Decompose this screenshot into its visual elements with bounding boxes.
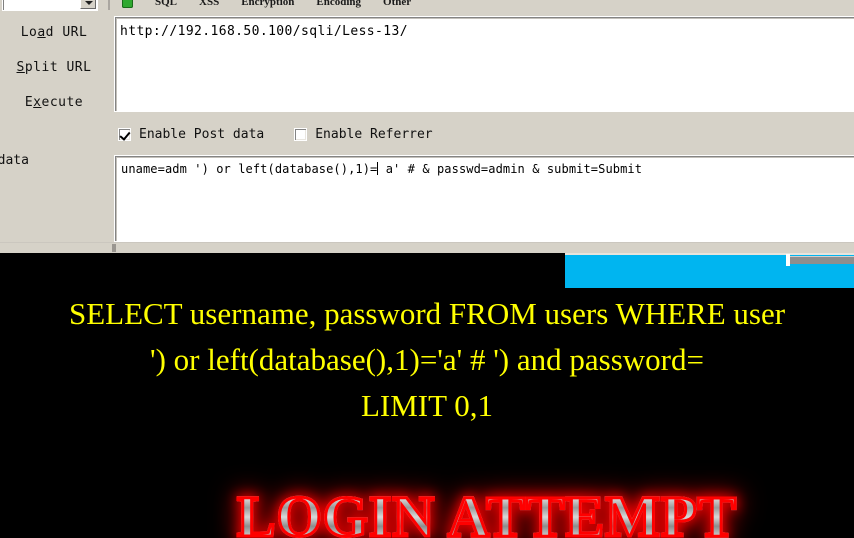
post-data-value-wrapper: uname=adm ') or left(database(),1)= a' #… bbox=[121, 162, 854, 176]
screen-root: SQL XSS Encryption Encoding Other Load U… bbox=[0, 0, 854, 538]
execute-label-pre: E bbox=[24, 95, 34, 110]
hackbar-panel: SQL XSS Encryption Encoding Other Load U… bbox=[0, 0, 854, 253]
toolbar-separator bbox=[108, 0, 110, 10]
load-url-label-post: d URL bbox=[45, 25, 88, 40]
url-input-value: http://192.168.50.100/sqli/Less-13/ bbox=[120, 24, 408, 39]
execute-accel: x bbox=[33, 95, 42, 110]
hackbar-history-combo-button[interactable] bbox=[80, 0, 96, 9]
scrollbar-thumb[interactable] bbox=[786, 254, 790, 266]
url-input[interactable]: http://192.168.50.100/sqli/Less-13/ bbox=[114, 16, 854, 112]
sql-query-line-2: ') or left(database(),1)='a' # ') and pa… bbox=[150, 342, 704, 377]
horizontal-scrollbar[interactable] bbox=[790, 256, 854, 264]
split-url-label-post: plit URL bbox=[24, 60, 92, 75]
load-url-accel: a bbox=[37, 25, 46, 40]
hackbar-history-combo[interactable] bbox=[2, 0, 98, 11]
login-attempt-text: LOGIN ATTEMPT bbox=[235, 486, 737, 538]
post-data-input[interactable]: uname=adm ') or left(database(),1)= a' #… bbox=[114, 155, 854, 242]
panel-splitter[interactable] bbox=[0, 242, 854, 253]
menu-other[interactable]: Other bbox=[383, 0, 411, 8]
green-load-icon[interactable] bbox=[122, 0, 133, 8]
hackbar-options-row: Enable Post data Enable Referrer bbox=[118, 125, 433, 143]
menu-encryption[interactable]: Encryption bbox=[241, 0, 294, 8]
enable-post-data-label[interactable]: Enable Post data bbox=[139, 127, 264, 142]
login-attempt-banner: LOGIN ATTEMPT bbox=[0, 486, 854, 538]
splitter-grip[interactable] bbox=[112, 244, 116, 252]
enable-referrer-label[interactable]: Enable Referrer bbox=[315, 127, 432, 142]
post-data-value-before-caret: uname=adm ') or left(database(),1)= bbox=[121, 162, 378, 176]
load-url-button[interactable]: Load URL bbox=[0, 25, 108, 40]
enable-referrer-checkbox[interactable] bbox=[294, 127, 308, 141]
execute-label-post: ecute bbox=[41, 95, 84, 110]
split-url-button[interactable]: Split URL bbox=[0, 60, 108, 75]
load-url-label-pre: Lo bbox=[20, 25, 38, 40]
split-url-accel: S bbox=[16, 60, 25, 75]
menu-encoding[interactable]: Encoding bbox=[316, 0, 361, 8]
hackbar-side-column: Load URL Split URL Execute t data bbox=[0, 13, 110, 253]
hackbar-toolbar: SQL XSS Encryption Encoding Other bbox=[0, 0, 854, 13]
sql-query-line-1: SELECT username, password FROM users WHE… bbox=[68, 296, 786, 331]
menu-sql[interactable]: SQL bbox=[155, 0, 177, 8]
enable-post-data-checkbox[interactable] bbox=[118, 127, 131, 141]
sql-query-line-3: LIMIT 0,1 bbox=[360, 388, 494, 423]
post-data-value-after-caret: a' # & passwd=admin & submit=Submit bbox=[378, 162, 643, 176]
menu-xss[interactable]: XSS bbox=[199, 0, 219, 8]
execute-button[interactable]: Execute bbox=[0, 95, 108, 110]
chevron-down-icon bbox=[85, 1, 93, 5]
post-data-label: t data bbox=[0, 153, 29, 168]
